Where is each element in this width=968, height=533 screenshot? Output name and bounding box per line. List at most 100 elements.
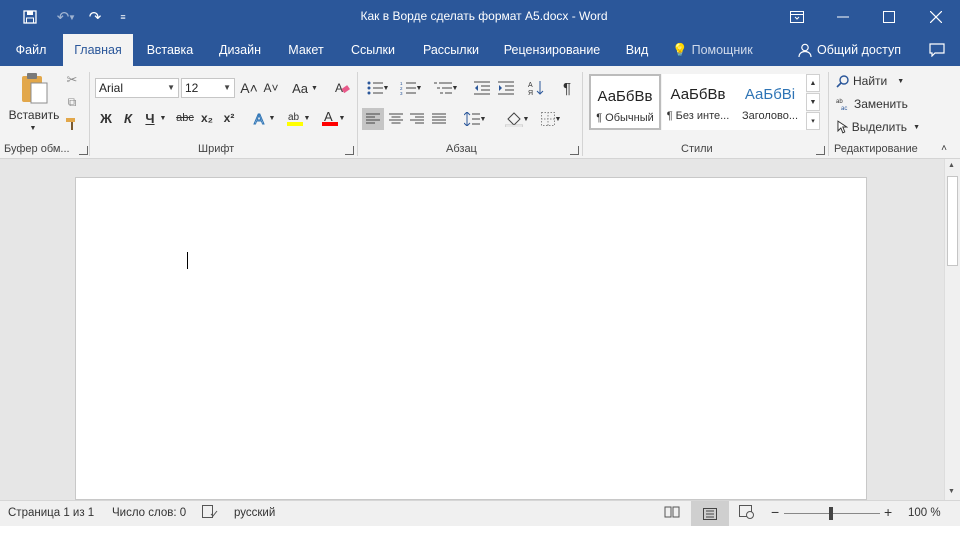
paste-button-label[interactable]: Вставить — [5, 108, 63, 122]
font-color-button[interactable]: A ▼ — [318, 108, 348, 128]
scroll-up-icon[interactable]: ▲ — [948, 162, 955, 169]
font-name-value: Arial — [99, 81, 124, 95]
font-name-combo[interactable]: Arial ▼ — [95, 78, 179, 98]
find-button[interactable]: Найти ▼ — [836, 72, 916, 90]
numbering-icon: 123 — [400, 81, 416, 95]
styles-scroll-down-icon[interactable]: ▼ — [806, 93, 820, 111]
italic-button[interactable]: К — [119, 108, 137, 128]
style-no-spacing[interactable]: АаБбВв ¶ Без инте... — [662, 74, 734, 130]
tell-me-button[interactable]: 💡 Помощник — [672, 34, 762, 66]
person-icon — [798, 43, 812, 57]
style-heading-1[interactable]: АаБбВі Заголово... — [734, 74, 806, 130]
style-normal[interactable]: АаБбВв ¶ Обычный — [589, 74, 661, 130]
replace-button[interactable]: ab ac Заменить — [836, 95, 916, 113]
share-label: Общий доступ — [817, 43, 901, 57]
web-layout-icon[interactable] — [739, 505, 755, 522]
zoom-level[interactable]: 100 % — [908, 507, 941, 519]
tab-layout[interactable]: Макет — [278, 34, 334, 66]
style-preview: АаБбВв — [597, 88, 653, 105]
subscript-button[interactable]: x₂ — [198, 108, 216, 128]
scroll-down-icon[interactable]: ▼ — [948, 488, 955, 495]
share-button[interactable]: Общий доступ — [798, 34, 910, 66]
word-count[interactable]: Число слов: 0 — [112, 507, 186, 519]
copy-icon[interactable]: ⧉ — [64, 94, 80, 110]
decrease-indent-icon[interactable] — [472, 78, 492, 98]
style-preview: АаБбВі — [744, 86, 796, 103]
shading-icon — [504, 112, 523, 127]
zoom-in-icon[interactable]: + — [884, 504, 892, 520]
styles-launcher-icon[interactable] — [816, 146, 825, 155]
zoom-out-icon[interactable]: − — [771, 504, 779, 520]
text-effects-button[interactable]: A ▼ — [250, 108, 278, 128]
sort-icon[interactable]: AЯ — [526, 78, 546, 98]
language-indicator[interactable]: русский — [234, 507, 275, 519]
page-count[interactable]: Страница 1 из 1 — [8, 507, 94, 519]
tab-view[interactable]: Вид — [616, 34, 658, 66]
multilevel-list-button[interactable]: ▼ — [430, 78, 462, 98]
numbering-button[interactable]: 1 2 3 ▼ — [396, 78, 426, 98]
align-center-icon[interactable] — [386, 108, 406, 130]
align-left-button[interactable] — [362, 108, 384, 130]
line-spacing-button[interactable]: ▼ — [460, 108, 490, 130]
collapse-ribbon-icon[interactable]: ˄ — [938, 142, 950, 154]
ribbon-display-options-icon[interactable] — [774, 0, 820, 34]
status-bar: Страница 1 из 1 Число слов: 0 русский − … — [0, 500, 960, 526]
justify-icon[interactable] — [429, 108, 449, 130]
proofing-icon[interactable] — [202, 505, 218, 522]
format-painter-icon[interactable] — [64, 116, 80, 132]
paste-dropdown-icon[interactable]: ▼ — [28, 123, 38, 133]
font-size-combo[interactable]: 12 ▼ — [181, 78, 235, 98]
tab-design[interactable]: Дизайн — [208, 34, 272, 66]
vertical-scrollbar[interactable]: ▲ ▼ — [944, 159, 960, 500]
scrollbar-thumb[interactable] — [947, 176, 958, 266]
tab-review[interactable]: Рецензирование — [496, 34, 608, 66]
font-size-value: 12 — [185, 81, 199, 95]
styles-scroll-up-icon[interactable]: ▲ — [806, 74, 820, 92]
style-preview: АаБбВв — [670, 86, 726, 103]
chevron-down-icon: ▼ — [479, 115, 487, 123]
chevron-down-icon: ▼ — [913, 123, 920, 131]
minimize-icon[interactable] — [820, 0, 866, 34]
change-case-button[interactable]: Aa ▼ — [288, 78, 322, 98]
borders-button[interactable]: ▼ — [536, 108, 566, 130]
style-name: ¶ Обычный — [596, 112, 654, 124]
document-page[interactable] — [75, 177, 867, 500]
bullets-button[interactable]: ▼ — [364, 78, 392, 98]
comments-icon[interactable] — [924, 34, 950, 66]
select-button[interactable]: Выделить ▼ — [836, 118, 920, 136]
superscript-button[interactable]: x² — [220, 108, 238, 128]
read-mode-icon[interactable] — [664, 505, 680, 522]
bold-button[interactable]: Ж — [97, 108, 115, 128]
grow-font-icon[interactable]: A˄ — [239, 78, 259, 98]
window-frame — [960, 0, 968, 533]
cut-icon[interactable]: ✂ — [64, 72, 80, 88]
tab-mailings[interactable]: Рассылки — [414, 34, 488, 66]
paste-icon[interactable] — [16, 70, 52, 106]
styles-more-icon[interactable]: ▾ — [806, 112, 820, 130]
tab-references[interactable]: Ссылки — [340, 34, 406, 66]
close-icon[interactable] — [913, 0, 959, 34]
zoom-slider-thumb[interactable] — [829, 507, 833, 520]
shrink-font-icon[interactable]: A˅ — [262, 78, 280, 98]
clear-formatting-icon[interactable]: A — [332, 78, 352, 98]
highlight-button[interactable]: ab ▼ — [283, 108, 313, 128]
underline-dropdown-icon[interactable]: ▼ — [158, 108, 168, 128]
align-left-icon — [366, 113, 380, 124]
increase-indent-icon[interactable] — [496, 78, 516, 98]
underline-button[interactable]: Ч — [141, 108, 159, 128]
maximize-icon[interactable] — [866, 0, 912, 34]
paragraph-launcher-icon[interactable] — [570, 146, 579, 155]
shading-button[interactable]: ▼ — [502, 108, 532, 130]
show-formatting-icon[interactable]: ¶ — [557, 78, 577, 98]
borders-icon — [540, 112, 555, 126]
tab-insert[interactable]: Вставка — [138, 34, 202, 66]
svg-text:ac: ac — [841, 106, 847, 111]
print-layout-icon[interactable] — [691, 501, 729, 526]
clipboard-launcher-icon[interactable] — [79, 146, 88, 155]
strikethrough-button[interactable]: abc — [174, 108, 196, 128]
multilevel-list-icon — [433, 82, 452, 94]
tab-home[interactable]: Главная — [63, 34, 133, 66]
tab-file[interactable]: Файл — [5, 34, 57, 66]
font-launcher-icon[interactable] — [345, 146, 354, 155]
align-right-icon[interactable] — [407, 108, 427, 130]
